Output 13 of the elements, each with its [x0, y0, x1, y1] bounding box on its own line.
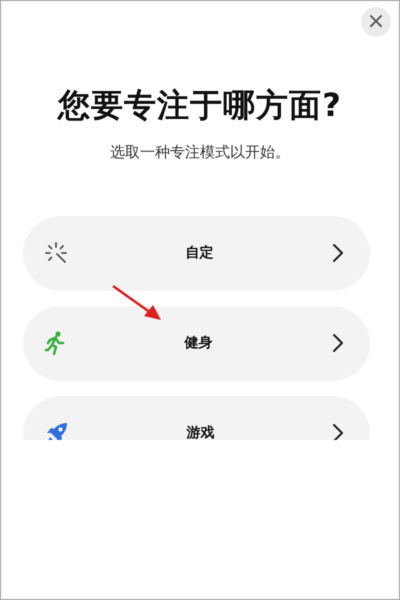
close-button[interactable]: ×	[361, 7, 391, 37]
annotation-arrow	[111, 283, 163, 323]
sparkle-icon	[45, 242, 67, 264]
mode-option[interactable]: 游戏	[23, 396, 370, 440]
runner-icon	[45, 331, 65, 355]
page-subtitle: 选取一种专注模式以开始。	[109, 142, 291, 163]
chevron-right-icon	[332, 423, 344, 440]
chevron-right-icon	[332, 243, 344, 263]
chevron-right-icon	[332, 333, 344, 353]
mode-option[interactable]: 健身	[23, 306, 370, 380]
mode-option[interactable]: 自定	[23, 216, 370, 290]
page-title: 您要专注于哪方面?	[56, 85, 343, 126]
rocket-icon	[45, 421, 69, 440]
